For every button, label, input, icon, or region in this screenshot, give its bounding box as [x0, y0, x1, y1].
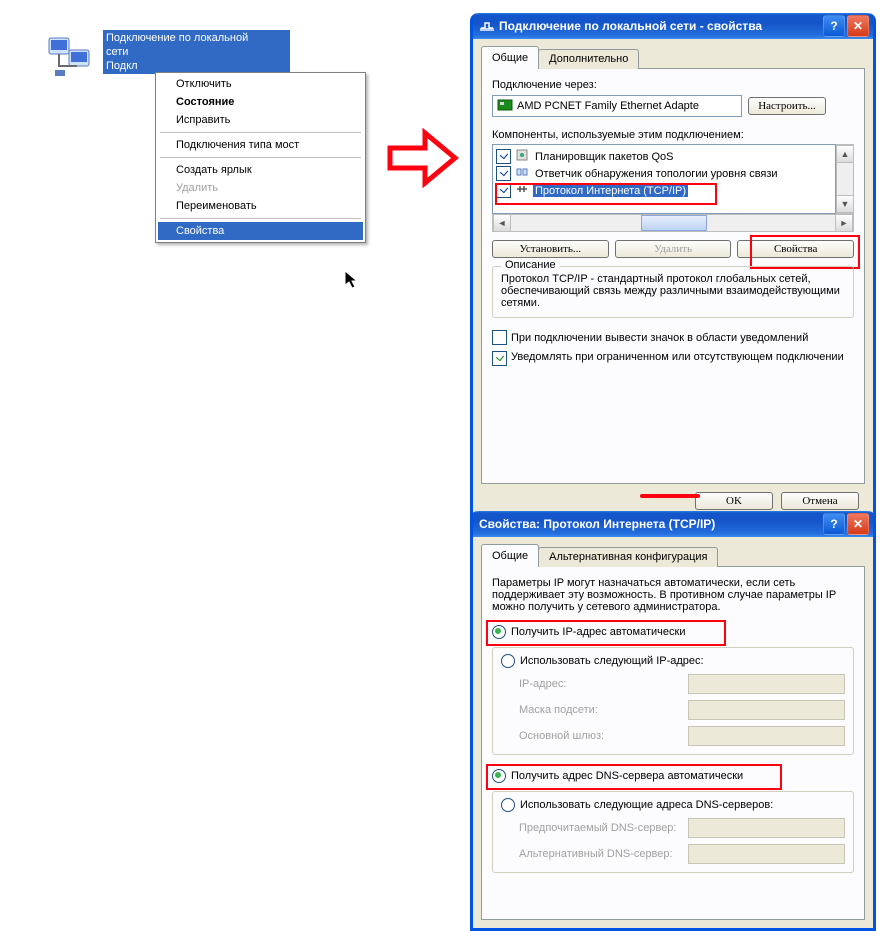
qos-icon [515, 148, 529, 165]
input-subnet-mask [688, 700, 845, 720]
label-ip-auto: Получить IP-адрес автоматически [511, 626, 685, 638]
scroll-right-icon[interactable]: ► [835, 215, 853, 231]
checkbox-show-icon[interactable] [492, 330, 507, 345]
install-button[interactable]: Установить... [492, 240, 609, 258]
description-legend: Описание [501, 259, 560, 271]
scroll-up-icon[interactable]: ▲ [837, 145, 853, 163]
tcpip-icon [515, 182, 529, 199]
component-item-qos[interactable]: Планировщик пакетов QoS [496, 148, 832, 165]
window-tcpip-properties: Свойства: Протокол Интернета (TCP/IP) ? … [470, 511, 876, 931]
ctx-item-shortcut[interactable]: Создать ярлык [158, 161, 363, 179]
input-dns-alt [688, 844, 845, 864]
scroll-down-icon[interactable]: ▼ [837, 195, 853, 213]
radio-ip-manual[interactable] [501, 654, 515, 668]
red-arrow-icon [385, 128, 460, 191]
adapter-name: AMD PCNET Family Ethernet Adapte [517, 100, 699, 112]
checkbox-notify-limited[interactable] [492, 351, 507, 366]
window-title: Свойства: Протокол Интернета (TCP/IP) [479, 517, 821, 531]
help-button[interactable]: ? [823, 513, 845, 535]
close-button[interactable]: ✕ [847, 15, 869, 37]
radio-row-ip-manual[interactable]: Использовать следующий IP-адрес: [501, 654, 845, 668]
label-dns-auto: Получить адрес DNS-сервера автоматически [511, 770, 743, 782]
tab-general[interactable]: Общие [481, 46, 539, 69]
help-button[interactable]: ? [823, 15, 845, 37]
ctx-separator [160, 132, 361, 133]
window-title: Подключение по локальной сети - свойства [499, 19, 821, 33]
label-dns-alt: Альтернативный DNS-сервер: [519, 848, 688, 860]
network-connection-icon [45, 30, 95, 80]
scrollbar-horizontal[interactable]: ◄ ► [492, 214, 854, 232]
label-dns-pref: Предпочитаемый DNS-сервер: [519, 822, 688, 834]
radio-dns-manual[interactable] [501, 798, 515, 812]
close-button[interactable]: ✕ [847, 513, 869, 535]
description-text: Протокол TCP/IP - стандартный протокол г… [501, 273, 845, 309]
remove-button: Удалить [615, 240, 732, 258]
input-dns-pref [688, 818, 845, 838]
ctx-item-bridge[interactable]: Подключения типа мост [158, 136, 363, 154]
window-icon [479, 17, 495, 36]
titlebar[interactable]: Свойства: Протокол Интернета (TCP/IP) ? … [473, 511, 873, 537]
checkbox-icon[interactable] [496, 183, 511, 198]
description-group: Описание Протокол TCP/IP - стандартный п… [492, 266, 854, 318]
checkbox-icon[interactable] [496, 149, 511, 164]
input-gateway [688, 726, 845, 746]
ctx-separator [160, 218, 361, 219]
radio-ip-auto[interactable] [492, 625, 506, 639]
context-menu: Отключить Состояние Исправить Подключени… [155, 72, 366, 243]
tab-advanced[interactable]: Дополнительно [538, 49, 639, 69]
radio-row-ip-auto[interactable]: Получить IP-адрес автоматически [492, 625, 854, 639]
label-ip-manual: Использовать следующий IP-адрес: [520, 655, 704, 667]
tab-alt[interactable]: Альтернативная конфигурация [538, 547, 718, 567]
label-ip-address: IP-адрес: [519, 678, 688, 690]
ctx-item-delete: Удалить [158, 179, 363, 197]
ctx-item-status[interactable]: Состояние [158, 93, 363, 111]
nic-icon [497, 99, 513, 114]
titlebar[interactable]: Подключение по локальной сети - свойства… [473, 13, 873, 39]
label-gateway: Основной шлюз: [519, 730, 688, 742]
ctx-separator [160, 157, 361, 158]
ctx-item-disable[interactable]: Отключить [158, 75, 363, 93]
tab-general[interactable]: Общие [481, 544, 539, 567]
component-item-tcpip[interactable]: Протокол Интернета (TCP/IP) [496, 182, 832, 199]
ok-button[interactable]: OK [695, 492, 773, 510]
ctx-item-properties[interactable]: Свойства [158, 222, 363, 240]
label-subnet-mask: Маска подсети: [519, 704, 688, 716]
scroll-left-icon[interactable]: ◄ [493, 215, 511, 231]
radio-row-dns-auto[interactable]: Получить адрес DNS-сервера автоматически [492, 769, 854, 783]
label-dns-manual: Использовать следующие адреса DNS-сервер… [520, 799, 773, 811]
checkbox-icon[interactable] [496, 166, 511, 181]
label-show-icon: При подключении вывести значок в области… [511, 332, 808, 344]
window-connection-properties: Подключение по локальной сети - свойства… [470, 13, 876, 525]
topology-icon [515, 165, 529, 182]
desktop-icon-label: Подключение по локальной сети Подкл [103, 30, 290, 74]
components-label: Компоненты, используемые этим подключени… [492, 129, 854, 141]
ctx-item-repair[interactable]: Исправить [158, 111, 363, 129]
label-notify-limited: Уведомлять при ограниченном или отсутств… [511, 351, 854, 363]
radio-dns-auto[interactable] [492, 769, 506, 783]
components-listbox[interactable]: Планировщик пакетов QoS Ответчик обнаруж… [492, 144, 836, 214]
properties-button[interactable]: Свойства [737, 240, 854, 258]
connect-via-label: Подключение через: [492, 79, 854, 91]
adapter-field: AMD PCNET Family Ethernet Adapte [492, 95, 742, 117]
configure-button[interactable]: Настроить... [748, 97, 826, 115]
scrollbar-vertical[interactable]: ▲ ▼ [836, 144, 854, 214]
intro-text: Параметры IP могут назначаться автоматич… [492, 577, 854, 613]
component-item-topology[interactable]: Ответчик обнаружения топологии уровня св… [496, 165, 832, 182]
radio-row-dns-manual[interactable]: Использовать следующие адреса DNS-сервер… [501, 798, 845, 812]
input-ip-address [688, 674, 845, 694]
scroll-thumb[interactable] [641, 215, 708, 231]
ctx-item-rename[interactable]: Переименовать [158, 197, 363, 215]
cancel-button[interactable]: Отмена [781, 492, 859, 510]
cursor-icon [344, 270, 360, 293]
red-underline [640, 491, 700, 499]
